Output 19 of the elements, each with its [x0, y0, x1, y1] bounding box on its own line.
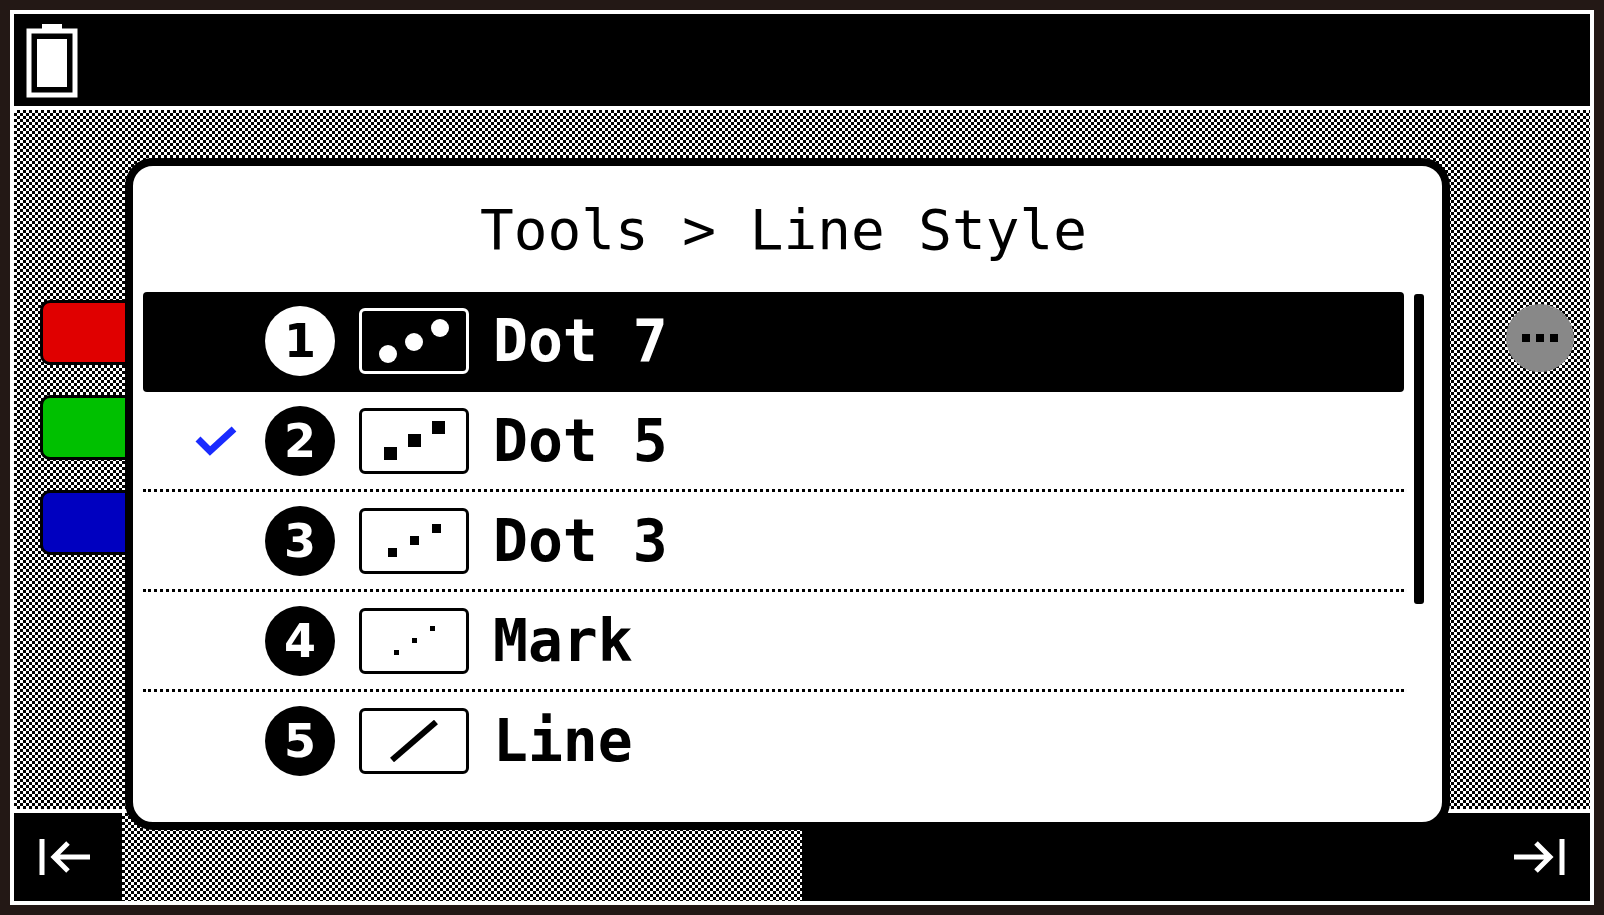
option-number: 1 — [265, 305, 335, 376]
option-label: Dot 7 — [493, 306, 668, 375]
line-style-preview-icon — [379, 318, 449, 363]
line-style-preview-icon — [393, 626, 435, 655]
dialog-title: Tools > Line Style — [479, 196, 1088, 264]
option-label: Dot 5 — [493, 406, 668, 475]
line-style-option[interactable]: 1 Dot 7 — [143, 292, 1404, 392]
line-style-preview-icon — [390, 719, 438, 762]
option-label: Mark — [493, 606, 633, 675]
option-number: 3 — [265, 505, 335, 576]
option-number: 4 — [265, 605, 335, 676]
option-label: Line — [493, 706, 633, 775]
option-number: 5 — [265, 705, 335, 776]
battery-icon — [26, 22, 78, 98]
line-style-preview-icon — [383, 421, 445, 460]
option-number: 2 — [265, 405, 335, 476]
option-label: Dot 3 — [493, 506, 668, 575]
scrollbar[interactable] — [1414, 294, 1424, 604]
line-style-preview-icon — [387, 524, 441, 557]
